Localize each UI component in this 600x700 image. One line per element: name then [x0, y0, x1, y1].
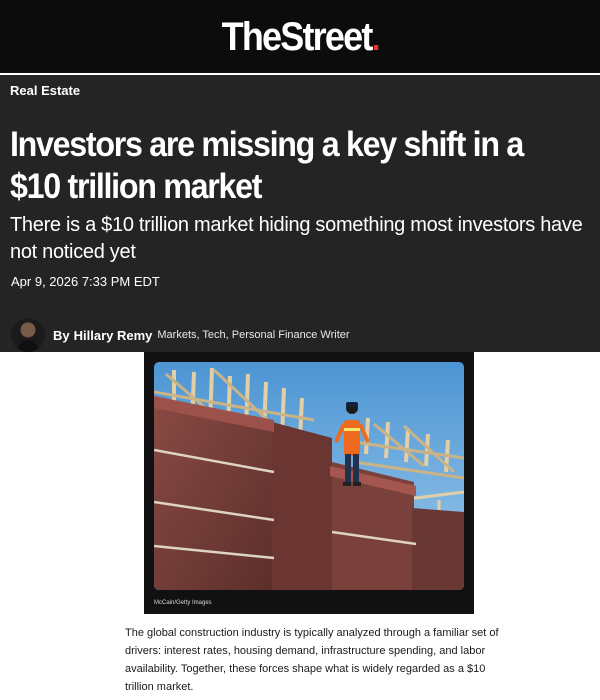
construction-photo	[154, 362, 464, 590]
site-logo[interactable]: TheStreet	[221, 15, 379, 60]
author-role: Markets, Tech, Personal Finance Writer	[157, 329, 350, 341]
article-hero: Real Estate Investors are missing a key …	[0, 75, 600, 352]
article-image-frame: McCain/Getty Images	[144, 352, 474, 614]
article-headline: Investors are missing a key shift in a $…	[10, 125, 524, 206]
author-link[interactable]: Hillary Remy	[74, 328, 153, 343]
publish-date: Apr 9, 2026 7:33 PM EDT	[11, 274, 160, 289]
author-avatar[interactable]	[11, 318, 45, 352]
logo-dot-icon	[373, 45, 379, 50]
article-body-paragraph: The global construction industry is typi…	[125, 627, 499, 693]
byline-prefix: By	[53, 327, 70, 343]
article-subheadline: There is a $10 trillion market hiding so…	[10, 214, 583, 263]
byline: By Hillary Remy Markets, Tech, Personal …	[11, 318, 350, 352]
site-header: TheStreet	[0, 0, 600, 74]
section-link[interactable]: Real Estate	[10, 83, 80, 98]
image-credit: McCain/Getty Images	[154, 600, 212, 606]
logo-text: TheStreet	[221, 15, 374, 59]
article-image[interactable]	[154, 362, 464, 590]
